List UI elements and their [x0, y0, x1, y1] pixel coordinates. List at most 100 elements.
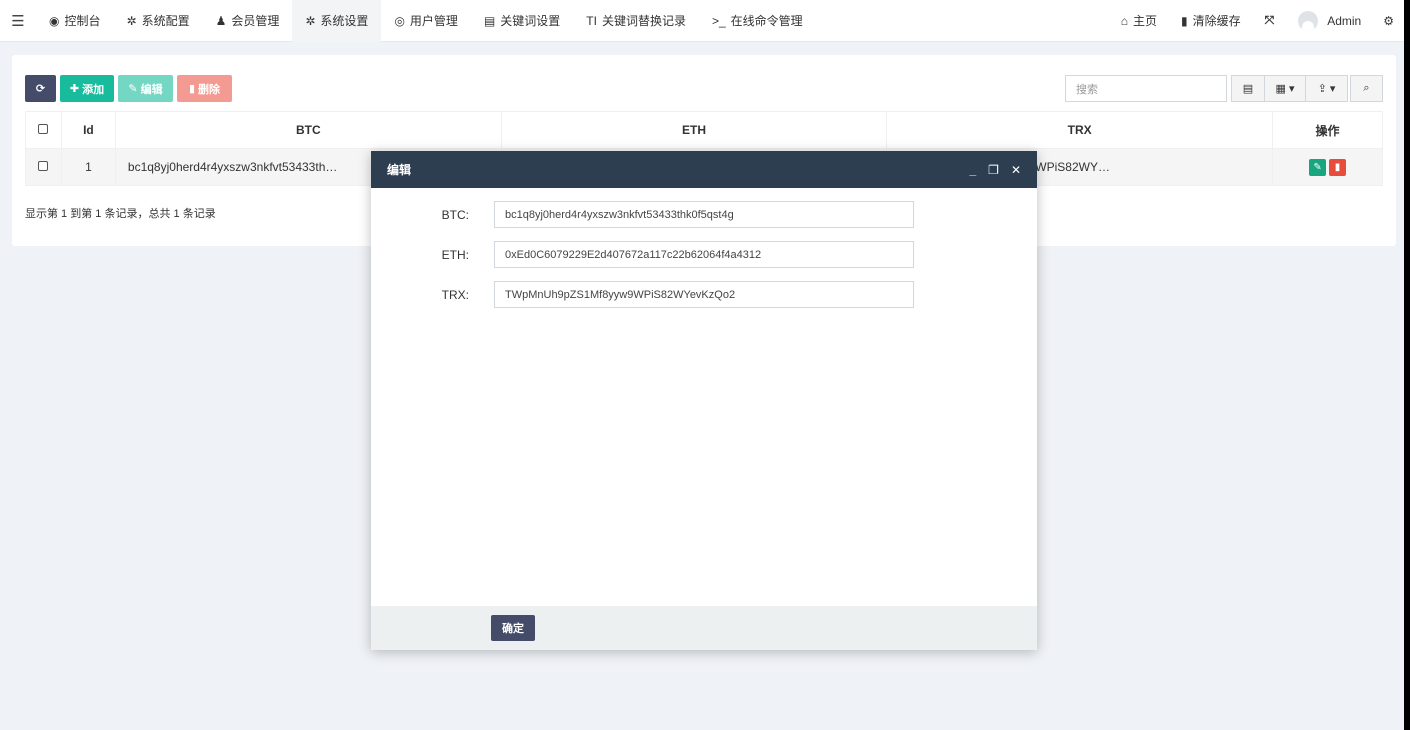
nav-item-label: 控制台 — [64, 14, 101, 28]
eth-value: 0xEd0C6079229E2d407672a117c22b62064f4a43… — [505, 248, 762, 261]
search-icon: ⌕ — [1363, 82, 1370, 94]
btc-value: bc1q8yj0herd4r4yxszw3nkfvt53433thk0f5qst… — [505, 208, 734, 221]
nav-item-1[interactable]: ✲ 系统配置 — [114, 0, 203, 42]
select-all-checkbox[interactable] — [38, 124, 49, 134]
column-header-trx[interactable]: TRX — [886, 111, 1274, 149]
edit-button[interactable]: ✎ 编辑 — [118, 75, 173, 102]
gears-icon: ⚙ — [1383, 13, 1394, 28]
clear-cache-label: 清除缓存 — [1192, 14, 1241, 28]
dialog-header: 编辑 _ ❐ ✕ — [371, 151, 1037, 188]
form-row-btc: BTC: bc1q8yj0herd4r4yxszw3nkfvt53433thk0… — [371, 201, 914, 228]
delete-button-label: 删除 — [198, 83, 221, 96]
home-link[interactable]: ⌂ 主页 — [1109, 0, 1169, 42]
clear-cache-link[interactable]: ▮ 清除缓存 — [1169, 0, 1253, 42]
pencil-icon: ✎ — [1313, 161, 1322, 173]
column-header-btc[interactable]: BTC — [114, 111, 502, 149]
column-header-eth[interactable]: ETH — [500, 111, 888, 149]
trx-label: TRX: — [441, 287, 469, 302]
trx-input[interactable]: TWpMnUh9pZS1Mf8yyw9WPiS82WYevKzQo2 — [494, 281, 914, 308]
column-header-actions: 操作 — [1272, 111, 1383, 149]
text-icon: TI — [586, 13, 597, 28]
export-button[interactable]: ⇪ ▾ — [1305, 75, 1348, 102]
gear-icon: ✲ — [305, 13, 316, 28]
trx-value: TWpMnUh9pZS1Mf8yyw9WPiS82WYevKzQo2 — [505, 288, 736, 301]
refresh-icon: ⟳ — [35, 83, 46, 95]
window-edge — [1404, 0, 1410, 730]
nav-item-7[interactable]: >_ 在线命令管理 — [699, 0, 816, 42]
delete-button[interactable]: ▮ 删除 — [177, 75, 232, 102]
table-header-row: Id BTC ETH TRX 操作 — [25, 111, 1383, 149]
close-icon[interactable]: ✕ — [1011, 163, 1021, 177]
nav-item-label: 在线命令管理 — [730, 14, 803, 28]
eth-label: ETH: — [441, 247, 469, 262]
dashboard-icon: ◉ — [49, 13, 60, 28]
trash-icon: ▮ — [188, 83, 196, 95]
search-button[interactable]: ⌕ — [1350, 75, 1383, 102]
eth-input[interactable]: 0xEd0C6079229E2d407672a117c22b62064f4a43… — [494, 241, 914, 268]
home-icon: ⌂ — [1120, 13, 1128, 28]
nav-item-label: 会员管理 — [231, 14, 280, 28]
row-select-cell[interactable] — [25, 148, 62, 186]
confirm-button[interactable]: 确定 — [491, 615, 535, 641]
form-row-eth: ETH: 0xEd0C6079229E2d407672a117c22b62064… — [371, 241, 914, 268]
add-button[interactable]: ✚ 添加 — [60, 75, 114, 102]
nav-item-4[interactable]: ◎ 用户管理 — [381, 0, 471, 42]
btc-label: BTC: — [441, 207, 469, 222]
select-all-cell[interactable] — [25, 111, 62, 149]
home-label: 主页 — [1132, 14, 1157, 28]
dialog-title: 编辑 — [387, 163, 412, 177]
nav-item-6[interactable]: TI 关键词替换记录 — [573, 0, 699, 42]
file-icon: ▤ — [483, 13, 496, 28]
table-toolbar: ⟳ ✚ 添加 ✎ 编辑 ▮ 删除 — [25, 75, 232, 102]
export-icon: ⇪ ▾ — [1317, 83, 1336, 95]
nav-item-2[interactable]: ♟ 会员管理 — [203, 0, 293, 42]
nav-item-label: 关键词设置 — [500, 14, 561, 28]
search-input[interactable]: 搜索 — [1065, 75, 1227, 102]
settings-button[interactable]: ⚙ — [1373, 0, 1404, 42]
table-tools: ▤ ▦ ▾ ⇪ ▾ — [1231, 75, 1348, 102]
search-placeholder: 搜索 — [1076, 83, 1098, 96]
pencil-icon: ✎ — [128, 83, 138, 95]
nav-item-label: 关键词替换记录 — [601, 14, 686, 28]
user-circle-icon: ◎ — [394, 13, 405, 28]
user-menu[interactable]: Admin — [1286, 0, 1373, 42]
cell-id: 1 — [60, 148, 116, 186]
column-header-id[interactable]: Id — [60, 111, 116, 149]
gear-icon: ✲ — [126, 13, 137, 28]
cell-actions: ✎ ▮ — [1272, 148, 1383, 186]
columns-button[interactable]: ▦ ▾ — [1264, 75, 1306, 102]
top-navbar: ☰ ◉ 控制台 ✲ 系统配置 ♟ 会员管理 ✲ 系统设置 ◎ 用户管理 ▤ 关键词设置 TI 关键词替换记… — [0, 0, 1404, 42]
add-button-label: 添加 — [82, 83, 105, 96]
terminal-icon: >_ — [711, 13, 726, 28]
plus-icon: ✚ — [69, 83, 80, 95]
nav-item-label: 系统配置 — [141, 14, 190, 28]
nav-item-0[interactable]: ◉ 控制台 — [36, 0, 114, 42]
menu-toggle-icon[interactable]: ☰ — [0, 0, 36, 42]
btc-input[interactable]: bc1q8yj0herd4r4yxszw3nkfvt53433thk0f5qst… — [494, 201, 914, 228]
toggle-view-button[interactable]: ▤ — [1231, 75, 1265, 102]
nav-item-label: 系统设置 — [320, 14, 369, 28]
nav-item-label: 用户管理 — [409, 14, 458, 28]
form-row-trx: TRX: TWpMnUh9pZS1Mf8yyw9WPiS82WYevKzQo2 — [371, 281, 914, 308]
row-edit-button[interactable]: ✎ — [1309, 158, 1327, 176]
refresh-button[interactable]: ⟳ — [25, 75, 56, 102]
maximize-icon[interactable]: ❐ — [988, 163, 999, 177]
nav-item-5[interactable]: ▤ 关键词设置 — [471, 0, 573, 42]
nav-menu: ◉ 控制台 ✲ 系统配置 ♟ 会员管理 ✲ 系统设置 ◎ 用户管理 ▤ 关键词设置 TI 关键词替换记录 >… — [36, 0, 816, 42]
list-icon: ▤ — [1242, 83, 1254, 95]
trash-icon: ▮ — [1334, 161, 1341, 173]
nav-item-3[interactable]: ✲ 系统设置 — [292, 0, 382, 42]
edit-dialog: 编辑 _ ❐ ✕ BTC: bc1q8yj0herd4r4yxszw3nkfvt… — [371, 151, 1037, 650]
user-name: Admin — [1327, 13, 1362, 28]
fullscreen-button[interactable]: ⤧ — [1253, 0, 1287, 42]
dialog-footer: 确定 — [371, 606, 1037, 650]
pagination-info: 显示第 1 到第 1 条记录，总共 1 条记录 — [25, 208, 216, 220]
dialog-body: BTC: bc1q8yj0herd4r4yxszw3nkfvt53433thk0… — [371, 188, 1037, 606]
avatar — [1298, 10, 1319, 31]
row-checkbox[interactable] — [38, 161, 49, 171]
row-delete-button[interactable]: ▮ — [1329, 158, 1347, 176]
user-icon: ♟ — [215, 13, 227, 28]
fullscreen-icon: ⤧ — [1264, 13, 1275, 27]
minimize-icon[interactable]: _ — [969, 163, 976, 177]
columns-icon: ▦ ▾ — [1275, 83, 1295, 95]
